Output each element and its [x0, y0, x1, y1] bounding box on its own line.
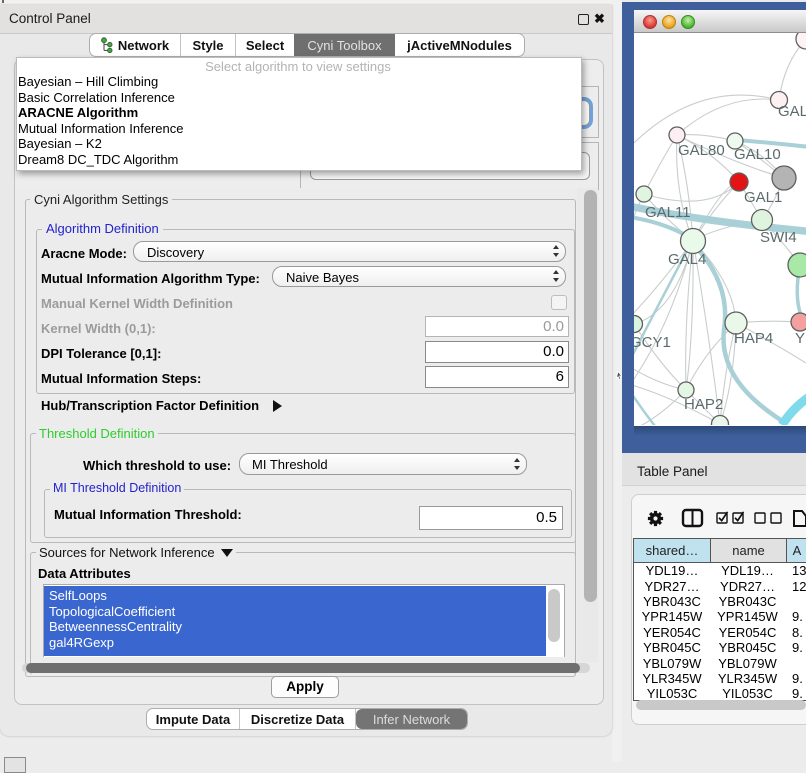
svg-text:SWI4: SWI4: [760, 229, 797, 246]
svg-text:HAP2: HAP2: [684, 396, 723, 413]
svg-text:GAL10: GAL10: [734, 146, 781, 163]
svg-text:GAL80: GAL80: [678, 142, 725, 159]
svg-text:Y: Y: [795, 330, 805, 347]
svg-text:GCY1: GCY1: [634, 334, 671, 351]
svg-text:GAL4: GAL4: [668, 251, 706, 268]
svg-text:GAL11: GAL11: [645, 204, 691, 221]
svg-text:GAL1: GAL1: [744, 189, 782, 206]
svg-text:HAP4: HAP4: [734, 330, 773, 347]
svg-text:GAL7: GAL7: [778, 103, 806, 120]
